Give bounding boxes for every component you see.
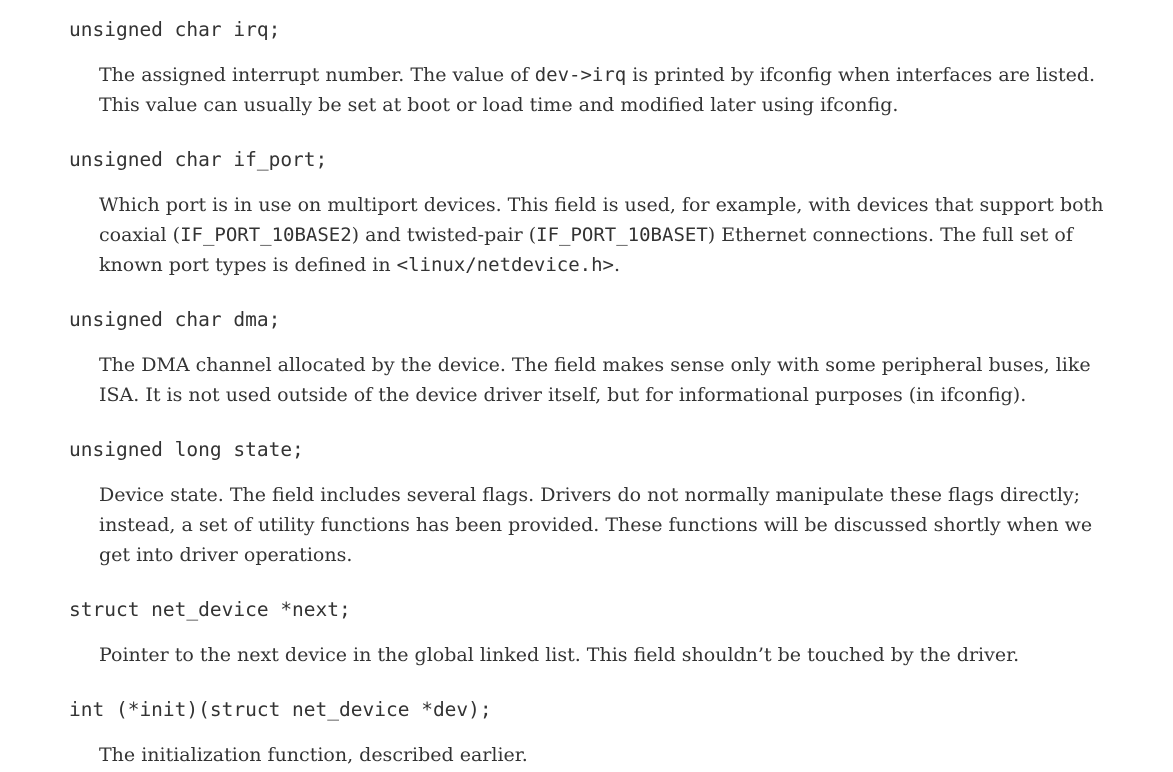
description-line: get into driver operations.	[99, 544, 353, 566]
description-line: instead, a set of utility functions has …	[99, 514, 1093, 536]
field-description-irq: The assigned interrupt number. The value…	[0, 60, 1101, 120]
field-declaration-init: int (*init)(struct net_device *dev);	[69, 698, 492, 721]
inline-code: IF_PORT_10BASET	[536, 224, 708, 246]
field-declaration-dma: unsigned char dma;	[69, 308, 281, 331]
field-declaration-irq: unsigned char irq;	[69, 18, 281, 41]
field-description-dma: The DMA channel allocated by the device.…	[0, 350, 1097, 410]
description-line: The assigned interrupt number. The value…	[99, 64, 1096, 86]
field-description-init: The initialization function, described e…	[0, 740, 534, 770]
field-declaration-next: struct net_device *next;	[69, 598, 351, 621]
field-description-next: Pointer to the next device in the global…	[0, 640, 1025, 670]
inline-code: IF_PORT_10BASE2	[180, 224, 352, 246]
description-line: ISA. It is not used outside of the devic…	[99, 384, 1027, 406]
description-line: Device state. The field includes several…	[99, 484, 1081, 506]
description-line: Which port is in use on multiport device…	[99, 194, 1104, 216]
inline-code: dev->irq	[534, 64, 627, 86]
field-declaration-state: unsigned long state;	[69, 438, 304, 461]
field-description-if-port: Which port is in use on multiport device…	[0, 190, 1109, 280]
field-declaration-if-port: unsigned char if_port;	[69, 148, 328, 171]
description-line: The initialization function, described e…	[99, 744, 528, 766]
description-line: coaxial (IF_PORT_10BASE2) and twisted-pa…	[99, 224, 1073, 246]
description-line: Pointer to the next device in the global…	[99, 644, 1020, 666]
description-line: known port types is defined in <linux/ne…	[99, 254, 621, 276]
inline-code: <linux/netdevice.h>	[396, 254, 614, 276]
field-description-state: Device state. The field includes several…	[0, 480, 1098, 570]
description-line: The DMA channel allocated by the device.…	[99, 354, 1091, 376]
description-line: This value can usually be set at boot or…	[99, 94, 899, 116]
